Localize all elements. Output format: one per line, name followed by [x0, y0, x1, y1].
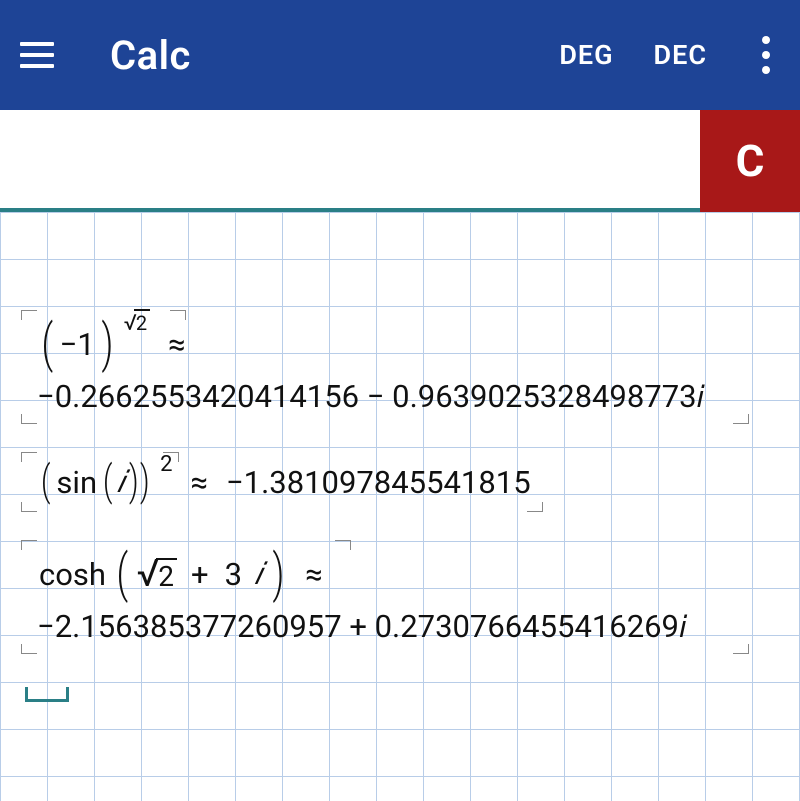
result-block: ( −1 ) √ 2 ≈ −0.2662553420414156 − 0.963…	[25, 312, 775, 422]
cursor-marker	[25, 684, 775, 702]
base-value: −1	[60, 326, 95, 363]
app-title: Calc	[110, 32, 539, 79]
menu-icon[interactable]	[20, 35, 60, 75]
sqrt-icon: √	[137, 552, 160, 596]
imaginary-unit: 𝑖	[254, 555, 262, 593]
function-name: cosh	[39, 556, 106, 593]
app-header: Calc DEG DEC	[0, 0, 800, 110]
overflow-menu-icon[interactable]	[752, 26, 780, 84]
approx-symbol: ≈	[190, 464, 207, 501]
close-paren: )	[101, 318, 113, 370]
result-block: cosh ( √ 2 + 3 𝑖 ) ≈ −2.156385377260957 …	[25, 542, 775, 652]
result-value: −0.2662553420414156 − 0.9639025328498773…	[33, 378, 737, 416]
expression: ( sin ( 𝑖 ) ) 2 ≈ −1.381097845541815	[33, 458, 531, 506]
inner-open-paren: (	[103, 461, 112, 503]
number-mode-button[interactable]: DEC	[654, 39, 707, 71]
open-paren: (	[41, 318, 53, 370]
sqrt-radicand: 2	[156, 558, 177, 593]
coefficient: 3	[225, 556, 242, 593]
exponent: 2	[160, 452, 172, 477]
open-paren: (	[116, 548, 128, 600]
expression-input[interactable]	[0, 110, 700, 212]
open-paren: (	[41, 461, 50, 503]
function-name: sin	[56, 464, 97, 501]
approx-symbol: ≈	[168, 326, 185, 363]
plus-operator: +	[191, 556, 209, 593]
clear-button[interactable]: C	[700, 110, 800, 212]
close-paren: )	[140, 461, 150, 503]
result-value: −2.156385377260957 + 0.2730766455416269𝑖	[33, 608, 737, 646]
angle-mode-button[interactable]: DEG	[559, 39, 613, 71]
sqrt-term: √ 2	[137, 552, 177, 596]
expression: ( −1 ) √ 2 ≈	[33, 316, 737, 372]
close-paren: )	[273, 548, 285, 600]
expression: cosh ( √ 2 + 3 𝑖 ) ≈	[33, 546, 737, 602]
results-area[interactable]: ( −1 ) √ 2 ≈ −0.2662553420414156 − 0.963…	[0, 212, 800, 801]
exponent: √ 2	[124, 309, 150, 336]
result-block: ( sin ( 𝑖 ) ) 2 ≈ −1.381097845541815	[25, 454, 775, 510]
inner-close-paren: )	[129, 461, 139, 503]
approx-symbol: ≈	[305, 556, 322, 593]
sqrt-icon: √	[124, 311, 137, 336]
result-value: −1.381097845541815	[226, 464, 531, 501]
argument: 𝑖	[117, 463, 125, 501]
input-row: C	[0, 110, 800, 212]
